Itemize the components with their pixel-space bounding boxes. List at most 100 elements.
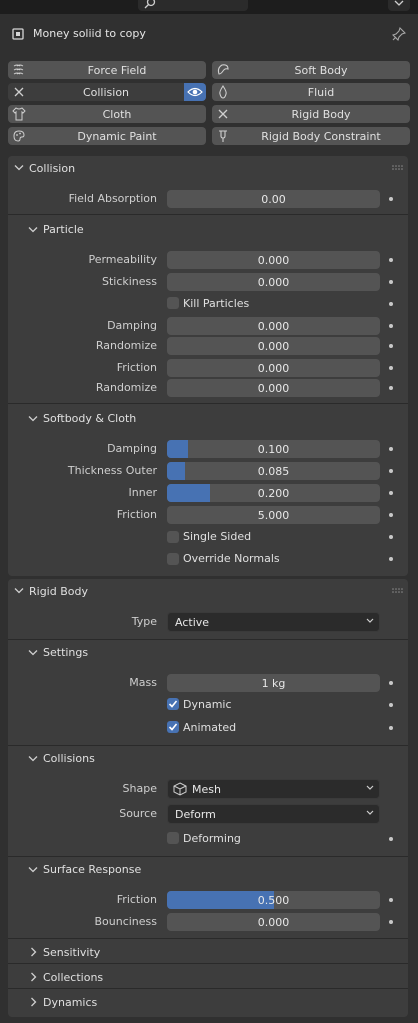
softbody-friction-label: Friction — [116, 508, 157, 521]
softbody-friction-field[interactable]: 5.000 — [167, 506, 380, 524]
keyframe-dot[interactable] — [389, 344, 393, 348]
eye-icon — [187, 87, 203, 97]
keyframe-dot[interactable] — [389, 681, 393, 685]
keyframe-dot[interactable] — [389, 513, 393, 517]
collision-panel-title[interactable]: Collision — [29, 162, 75, 175]
fluid-button[interactable]: Fluid — [212, 83, 410, 101]
bounciness-field[interactable]: 0.000 — [167, 913, 380, 931]
shape-dropdown[interactable]: Mesh — [167, 779, 380, 799]
mass-field[interactable]: 1 kg — [167, 674, 380, 692]
fluid-label: Fluid — [307, 86, 335, 99]
cloth-button[interactable]: Cloth — [8, 105, 206, 123]
particle-subpanel-title[interactable]: Particle — [43, 223, 84, 236]
rigid-body-icon — [218, 109, 228, 119]
softbody-cloth-subpanel-title[interactable]: Softbody & Cloth — [43, 412, 136, 425]
type-dropdown[interactable]: Active — [167, 612, 380, 632]
friction-randomize-field[interactable]: 0.000 — [167, 379, 380, 397]
collision-button[interactable]: Collision — [8, 83, 206, 101]
surface-friction-field[interactable]: 0.500 — [167, 891, 380, 909]
inner-field[interactable]: 0.200 — [167, 484, 380, 502]
settings-subpanel-title[interactable]: Settings — [43, 646, 88, 659]
rigid-body-panel-title[interactable]: Rigid Body — [29, 585, 88, 598]
rigid-body-constraint-button[interactable]: Rigid Body Constraint — [212, 127, 410, 145]
dynamic-label[interactable]: Dynamic — [183, 698, 232, 711]
dynamic-checkbox[interactable] — [167, 698, 179, 710]
object-name: Money soliid to copy — [33, 27, 146, 40]
search-field[interactable] — [138, 0, 248, 11]
chevron-down-icon[interactable] — [28, 649, 38, 657]
keyframe-dot[interactable] — [389, 280, 393, 284]
kill-particles-label[interactable]: Kill Particles — [183, 297, 249, 310]
chevron-down-icon[interactable] — [28, 866, 38, 874]
keyframe-dot[interactable] — [389, 920, 393, 924]
particle-friction-field[interactable]: 0.000 — [167, 359, 380, 377]
grip-icon[interactable] — [392, 165, 404, 171]
collections-subpanel-title[interactable]: Collections — [43, 971, 103, 984]
soft-body-button[interactable]: Soft Body — [212, 61, 410, 79]
keyframe-dot[interactable] — [389, 469, 393, 473]
source-dropdown[interactable]: Deform — [167, 804, 380, 824]
chevron-down-icon[interactable] — [14, 164, 24, 172]
cloth-icon — [12, 107, 26, 121]
field-absorption-value: 0.00 — [261, 193, 286, 206]
dynamic-paint-button[interactable]: Dynamic Paint — [8, 127, 206, 145]
dynamics-subpanel-title[interactable]: Dynamics — [43, 996, 97, 1009]
particle-damping-field[interactable]: 0.000 — [167, 317, 380, 335]
damping-randomize-value: 0.000 — [257, 340, 290, 353]
keyframe-dot[interactable] — [389, 837, 393, 841]
animated-label[interactable]: Animated — [183, 721, 236, 734]
keyframe-dot[interactable] — [389, 197, 393, 201]
inner-label: Inner — [128, 486, 157, 499]
collisions-subpanel-title[interactable]: Collisions — [43, 752, 95, 765]
keyframe-dot[interactable] — [389, 898, 393, 902]
deforming-checkbox[interactable] — [167, 832, 179, 844]
field-absorption-field[interactable]: 0.00 — [167, 190, 380, 208]
inner-value: 0.200 — [257, 487, 290, 500]
single-sided-checkbox[interactable] — [167, 531, 179, 543]
chevron-down-icon[interactable] — [28, 755, 38, 763]
collision-visibility-toggle[interactable] — [184, 83, 206, 101]
override-normals-checkbox[interactable] — [167, 553, 179, 565]
keyframe-dot[interactable] — [389, 386, 393, 390]
shape-value: Mesh — [192, 783, 221, 796]
object-icon — [12, 28, 24, 40]
chevron-down-icon[interactable] — [28, 415, 38, 423]
fluid-icon — [219, 85, 227, 99]
rigid-body-constraint-icon — [219, 130, 227, 142]
keyframe-dot[interactable] — [389, 491, 393, 495]
keyframe-dot[interactable] — [389, 258, 393, 262]
chevron-right-icon[interactable] — [30, 997, 38, 1007]
keyframe-dot[interactable] — [389, 366, 393, 370]
keyframe-dot[interactable] — [389, 703, 393, 707]
thickness-outer-label: Thickness Outer — [67, 464, 157, 477]
rigid-body-button[interactable]: Rigid Body — [212, 105, 410, 123]
force-field-button[interactable]: Force Field — [8, 61, 206, 79]
stickiness-field[interactable]: 0.000 — [167, 273, 380, 291]
pin-icon[interactable] — [392, 27, 406, 41]
surface-response-subpanel-title[interactable]: Surface Response — [43, 863, 141, 876]
sensitivity-subpanel-title[interactable]: Sensitivity — [43, 946, 100, 959]
keyframe-dot[interactable] — [389, 302, 393, 306]
keyframe-dot[interactable] — [389, 557, 393, 561]
top-bar — [0, 0, 418, 14]
softbody-damping-field[interactable]: 0.100 — [167, 440, 380, 458]
damping-randomize-field[interactable]: 0.000 — [167, 337, 380, 355]
permeability-field[interactable]: 0.000 — [167, 251, 380, 269]
chevron-down-icon[interactable] — [28, 226, 38, 234]
override-normals-label[interactable]: Override Normals — [183, 552, 280, 565]
keyframe-dot[interactable] — [389, 535, 393, 539]
deforming-label[interactable]: Deforming — [183, 832, 241, 845]
animated-checkbox[interactable] — [167, 721, 179, 733]
grip-icon[interactable] — [392, 588, 404, 594]
thickness-outer-field[interactable]: 0.085 — [167, 462, 380, 480]
keyframe-dot[interactable] — [389, 726, 393, 730]
keyframe-dot[interactable] — [389, 447, 393, 451]
chevron-right-icon[interactable] — [30, 972, 38, 982]
single-sided-label[interactable]: Single Sided — [183, 530, 251, 543]
chevron-right-icon[interactable] — [30, 947, 38, 957]
keyframe-dot[interactable] — [389, 324, 393, 328]
options-dropdown[interactable] — [388, 0, 410, 11]
divider — [8, 745, 408, 746]
kill-particles-checkbox[interactable] — [167, 297, 179, 309]
chevron-down-icon[interactable] — [14, 587, 24, 595]
